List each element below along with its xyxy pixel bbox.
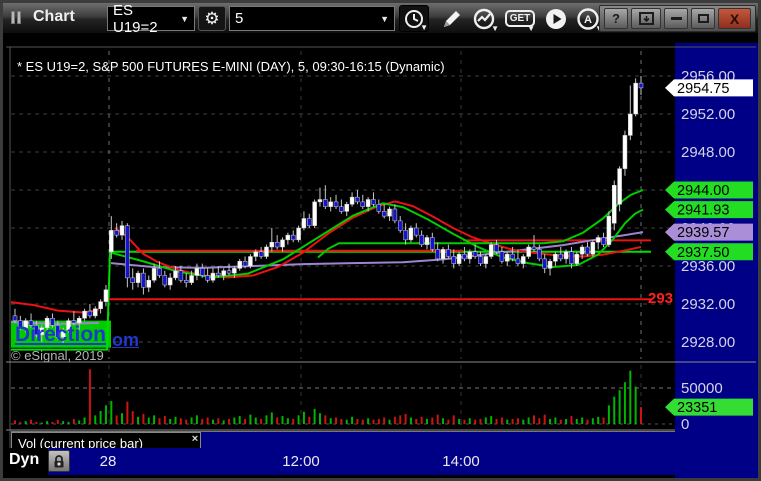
help-button[interactable]: ? xyxy=(604,8,628,29)
volume-tag: 23351 xyxy=(665,398,753,416)
maximize-icon xyxy=(697,14,709,23)
close-icon: X xyxy=(729,10,740,27)
svg-text:2941.93: 2941.93 xyxy=(677,203,729,219)
minimize-button[interactable] xyxy=(664,8,688,29)
svg-text:2944.00: 2944.00 xyxy=(677,183,729,199)
time-tick-label: 28 xyxy=(99,453,117,470)
chevron-down-icon: ▼ xyxy=(527,24,535,33)
window-controls: ? X xyxy=(599,5,756,32)
dock-icon xyxy=(638,12,654,25)
window-title: Chart xyxy=(33,8,75,25)
svg-text:2954.75: 2954.75 xyxy=(677,81,729,97)
chevron-down-icon: ▼ xyxy=(180,13,189,24)
chart-header-text: * ES U19=2, S&P 500 FUTURES E-MINI (DAY)… xyxy=(17,59,445,74)
svg-text:A: A xyxy=(584,14,592,26)
price-tick-label: 2932.00 xyxy=(681,296,735,313)
chart-canvas[interactable]: 2956.002952.002948.002944.002940.002936.… xyxy=(3,3,761,481)
price-tag: 2944.00 xyxy=(665,181,753,199)
interval-combo[interactable]: 5 ▼ xyxy=(229,6,395,31)
dock-button[interactable] xyxy=(631,8,661,29)
price-tick-label: 2948.00 xyxy=(681,144,735,161)
titlebar[interactable]: Chart ES U19=2 ▼ ⚙ 5 ▼ ▼ ▼ GET ▼ A ? X xyxy=(3,3,758,36)
svg-text:2937.50: 2937.50 xyxy=(677,245,729,261)
time-tick-label: 14:00 xyxy=(442,453,480,470)
maximize-button[interactable] xyxy=(691,8,715,29)
price-tag: 2954.75 xyxy=(665,79,753,97)
chart-window-icon xyxy=(11,11,27,25)
pencil-icon xyxy=(444,10,460,27)
close-button[interactable]: X xyxy=(718,8,751,29)
price-tag: 2939.57 xyxy=(665,223,753,241)
price-tick-label: 2928.00 xyxy=(681,334,735,351)
price-tick-label: 2952.00 xyxy=(681,106,735,123)
close-volume-tab-button[interactable]: × xyxy=(189,433,201,445)
draw-button[interactable] xyxy=(437,5,467,32)
watermark: Direction om xyxy=(15,323,139,350)
symbol-value: ES U19=2 xyxy=(113,1,158,36)
studies-button[interactable]: ▼ xyxy=(469,5,499,33)
symbol-combo[interactable]: ES U19=2 ▼ xyxy=(107,3,195,36)
gear-icon: ⚙ xyxy=(204,8,220,28)
close-icon: × xyxy=(191,433,199,445)
volume-tick-label: 0 xyxy=(681,416,689,433)
watermark-text: Direction xyxy=(15,323,107,346)
price-tag: 2937.50 xyxy=(665,243,753,261)
time-template-button[interactable]: ▼ xyxy=(399,5,429,32)
chevron-down-icon: ▼ xyxy=(420,23,428,32)
get-data-button[interactable]: GET ▼ xyxy=(504,5,536,33)
esignal-copyright: © eSignal, 2019 xyxy=(11,348,104,363)
help-icon: ? xyxy=(612,11,620,26)
chart-window: 2956.002952.002948.002944.002940.002936.… xyxy=(0,0,761,481)
watermark-text-2: om xyxy=(112,330,139,350)
svg-text:23351: 23351 xyxy=(677,400,717,416)
red-line-price-label: 293 xyxy=(648,290,674,307)
interval-value: 5 xyxy=(235,10,244,27)
chevron-down-icon: ▼ xyxy=(380,13,389,24)
price-tag: 2941.93 xyxy=(665,201,753,219)
svg-text:2939.57: 2939.57 xyxy=(677,225,729,241)
minimize-icon xyxy=(670,17,682,20)
time-tick-label: 12:00 xyxy=(282,453,320,470)
chevron-down-icon: ▼ xyxy=(491,24,499,33)
settings-button[interactable]: ⚙ xyxy=(198,6,226,31)
time-axis[interactable]: 28 12:00 14:00 xyxy=(6,448,751,475)
time-axis-bar[interactable]: Dyn 28 12:00 14:00 xyxy=(6,448,751,475)
play-button[interactable] xyxy=(541,5,571,32)
play-icon xyxy=(546,8,566,29)
volume-tick-label: 50000 xyxy=(681,380,723,397)
